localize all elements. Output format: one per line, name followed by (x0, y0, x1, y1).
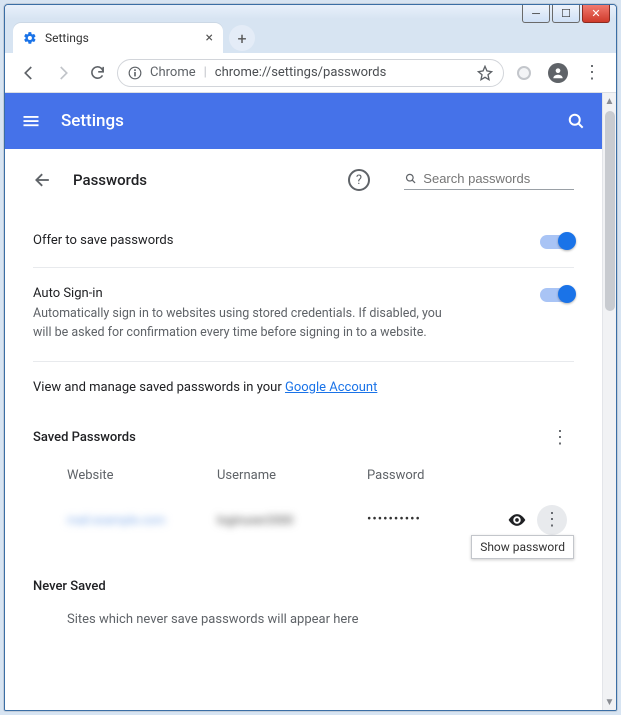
nav-forward-button[interactable] (49, 59, 77, 87)
entry-menu-button[interactable]: ⋮ (537, 505, 567, 535)
entry-website[interactable]: mail.example.com (67, 513, 217, 527)
offer-save-toggle[interactable] (540, 235, 574, 249)
window-close-button[interactable]: ✕ (582, 5, 610, 23)
entry-username: loginuser2000 (217, 513, 367, 527)
browser-tab-settings[interactable]: Settings × (13, 23, 223, 53)
col-website: Website (67, 468, 217, 483)
search-passwords-input[interactable] (423, 171, 574, 186)
settings-header-search-icon[interactable] (566, 111, 586, 131)
col-username: Username (217, 468, 367, 483)
saved-passwords-header: Website Username Password (33, 460, 574, 491)
auto-signin-label: Auto Sign-in (33, 286, 453, 301)
offer-save-label: Offer to save passwords (33, 233, 173, 248)
omnibox[interactable]: Chrome | chrome://settings/passwords (117, 59, 504, 87)
password-entry-row: mail.example.com loginuser2000 •••••••••… (33, 491, 574, 549)
settings-header-title: Settings (61, 111, 124, 131)
google-account-prefix: View and manage saved passwords in your (33, 380, 285, 395)
help-icon[interactable]: ? (348, 169, 370, 191)
profile-avatar-button[interactable] (544, 59, 572, 87)
google-account-row: View and manage saved passwords in your … (33, 362, 574, 423)
col-password: Password (367, 468, 497, 483)
auto-signin-description: Automatically sign in to websites using … (33, 305, 453, 343)
vertical-scrollbar[interactable]: ▲ ▼ (602, 93, 616, 710)
browser-tab-label: Settings (45, 31, 89, 45)
scroll-up-arrow-icon[interactable]: ▲ (603, 93, 616, 109)
saved-passwords-menu-button[interactable]: ⋮ (546, 427, 574, 448)
window-minimize-button[interactable]: ─ (522, 5, 550, 23)
settings-menu-icon[interactable] (21, 111, 41, 131)
omnibox-url: chrome://settings/passwords (215, 65, 387, 80)
search-passwords-field[interactable] (404, 171, 574, 190)
show-password-tooltip: Show password (471, 535, 574, 559)
settings-header: Settings (5, 93, 602, 149)
auto-signin-toggle[interactable] (540, 288, 574, 302)
browser-menu-button[interactable]: ⋮ (578, 59, 606, 87)
browser-tabstrip: Settings × + (5, 19, 616, 53)
auto-signin-row: Auto Sign-in Automatically sign in to we… (33, 268, 574, 362)
scroll-thumb[interactable] (605, 111, 615, 311)
never-saved-title: Never Saved (33, 579, 574, 594)
offer-save-row: Offer to save passwords (33, 215, 574, 268)
saved-passwords-title: Saved Passwords (33, 430, 136, 445)
omnibox-scheme: Chrome (150, 65, 196, 80)
nav-reload-button[interactable] (83, 59, 111, 87)
google-account-link[interactable]: Google Account (285, 380, 377, 395)
passwords-page: Passwords ? Offer to save passwords Auto… (5, 149, 602, 710)
new-tab-button[interactable]: + (229, 25, 255, 51)
scroll-down-arrow-icon[interactable]: ▼ (603, 694, 616, 710)
gear-icon (23, 31, 37, 45)
never-saved-empty: Sites which never save passwords will ap… (33, 594, 574, 627)
site-info-icon[interactable] (128, 66, 142, 80)
entry-password-masked: •••••••••• (367, 512, 497, 527)
extension-indicator-icon[interactable] (510, 59, 538, 87)
page-title: Passwords (73, 171, 147, 189)
omnibox-separator: | (204, 65, 207, 80)
nav-back-button[interactable] (15, 59, 43, 87)
browser-toolbar: Chrome | chrome://settings/passwords ⋮ (5, 53, 616, 93)
bookmark-star-icon[interactable] (477, 65, 493, 81)
window-maximize-button[interactable]: ☐ (552, 5, 580, 23)
search-icon (404, 171, 417, 186)
tab-close-icon[interactable]: × (206, 30, 213, 46)
show-password-button[interactable] (497, 510, 537, 530)
page-back-button[interactable] (33, 170, 53, 190)
